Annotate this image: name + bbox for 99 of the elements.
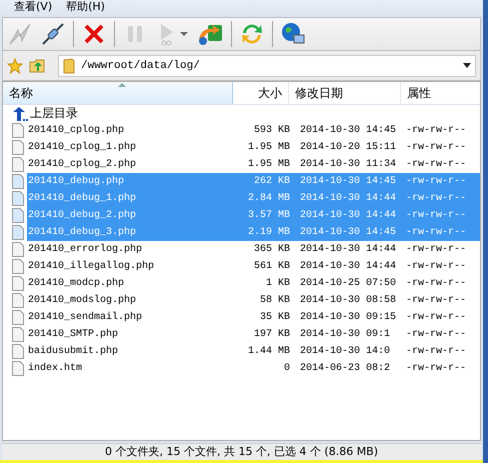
- file-icon: [12, 276, 24, 291]
- file-date: 2014-10-30 14:45: [299, 176, 398, 187]
- file-size: 1.95 MB: [246, 159, 290, 170]
- file-name: 201410_modslog.php: [28, 295, 138, 306]
- file-icon: [12, 242, 24, 257]
- file-name: 201410_debug_2.php: [28, 210, 138, 221]
- file-attributes: -rw-rw-r--: [405, 159, 466, 170]
- folder-icon: [63, 58, 75, 74]
- file-size: 58 KB: [258, 295, 290, 306]
- file-name: 201410_sendmail.php: [28, 312, 144, 323]
- file-attributes: -rw-rw-r--: [405, 125, 466, 136]
- file-date: 2014-06-23 08:2: [299, 363, 392, 374]
- file-row[interactable]: 201410_SMTP.php 197 KB 2014-10-30 09:1 -rw-rw-r--: [3, 326, 480, 343]
- file-icon: [12, 310, 24, 325]
- file-name: index.htm: [28, 363, 84, 374]
- file-icon: [12, 327, 24, 342]
- file-row[interactable]: 201410_illegallog.php 561 KB 2014-10-30 14:44 -rw-rw-r--: [3, 258, 480, 275]
- star-icon[interactable]: [7, 58, 23, 74]
- file-row[interactable]: 201410_cplog.php 593 KB 2014-10-30 14:45 -rw-rw-r--: [3, 122, 480, 139]
- file-size: 35 KB: [258, 312, 290, 323]
- file-name: 201410_debug.php: [28, 176, 126, 187]
- file-icon: [12, 293, 24, 308]
- file-name: 201410_modcp.php: [28, 278, 126, 289]
- file-name: 201410_debug_1.php: [28, 193, 138, 204]
- menu-item[interactable]: 帮助(H): [66, 0, 105, 15]
- file-row[interactable]: index.htm 0 2014-06-23 08:2 -rw-rw-r--: [3, 360, 480, 377]
- file-date: 2014-10-30 08:58: [299, 295, 398, 306]
- file-icon: [12, 140, 24, 155]
- file-size: 3.57 MB: [246, 210, 290, 221]
- file-row[interactable]: baidusubmit.php 1.44 MB 2014-10-30 14:0 -rw-rw-r--: [3, 343, 480, 360]
- file-date: 2014-10-30 14:44: [299, 193, 398, 204]
- file-name: baidusubmit.php: [28, 346, 120, 357]
- parent-directory-label: 上层目录: [30, 105, 78, 122]
- file-attributes: -rw-rw-r--: [405, 176, 466, 187]
- file-date: 2014-10-30 14:44: [299, 261, 398, 272]
- file-date: 2014-10-20 15:11: [299, 142, 398, 153]
- file-date: 2014-10-30 14:0: [299, 346, 392, 357]
- up-arrow-icon: [12, 106, 28, 120]
- file-size: 1 KB: [264, 278, 290, 289]
- file-attributes: -rw-rw-r--: [405, 346, 466, 357]
- file-row[interactable]: 201410_cplog_1.php 1.95 MB 2014-10-20 15:11 -rw-rw-r--: [3, 139, 480, 156]
- file-attributes: -rw-rw-r--: [405, 210, 466, 221]
- file-date: 2014-10-30 14:44: [299, 244, 398, 255]
- file-attributes: -rw-rw-r--: [405, 193, 466, 204]
- file-icon: [12, 225, 24, 240]
- file-date: 2014-10-30 14:45: [299, 125, 398, 136]
- file-size: 365 KB: [252, 244, 290, 255]
- file-name: 201410_cplog.php: [28, 125, 126, 136]
- file-name: 201410_debug_3.php: [28, 227, 138, 238]
- file-attributes: -rw-rw-r--: [405, 295, 466, 306]
- file-size: 561 KB: [252, 261, 290, 272]
- file-date: 2014-10-30 14:45: [299, 227, 398, 238]
- file-icon: [12, 174, 24, 189]
- file-row[interactable]: 201410_cplog_2.php 1.95 MB 2014-10-30 11:34 -rw-rw-r--: [3, 156, 480, 173]
- address-field[interactable]: /wwwroot/data/log/: [58, 54, 476, 76]
- file-name: 201410_illegallog.php: [28, 261, 156, 272]
- file-date: 2014-10-30 14:44: [299, 210, 398, 221]
- file-attributes: -rw-rw-r--: [405, 363, 466, 374]
- file-size: 593 KB: [252, 125, 290, 136]
- status-bar: 0 个文件夹, 15 个文件, 共 15 个, 已选 4 个 (8.86 MB): [2, 443, 481, 460]
- file-size: 197 KB: [252, 329, 290, 340]
- file-name: 201410_SMTP.php: [28, 329, 120, 340]
- file-icon: [12, 259, 24, 274]
- file-icon: [12, 157, 24, 172]
- file-icon: [12, 344, 24, 359]
- file-row[interactable]: 201410_modcp.php 1 KB 2014-10-25 07:50 -rw-rw-r--: [3, 275, 480, 292]
- file-size: 2.19 MB: [246, 227, 290, 238]
- file-attributes: -rw-rw-r--: [405, 312, 466, 323]
- file-size: 1.95 MB: [246, 142, 290, 153]
- file-size: 262 KB: [252, 176, 290, 187]
- file-date: 2014-10-30 09:1: [299, 329, 392, 340]
- file-name: 201410_cplog_2.php: [28, 159, 138, 170]
- file-row[interactable]: 201410_modslog.php 58 KB 2014-10-30 08:58 -rw-rw-r--: [3, 292, 480, 309]
- file-attributes: -rw-rw-r--: [405, 329, 466, 340]
- file-attributes: -rw-rw-r--: [405, 142, 466, 153]
- file-row[interactable]: 201410_errorlog.php 365 KB 2014-10-30 14:44 -rw-rw-r--: [3, 241, 480, 258]
- file-icon: [12, 208, 24, 223]
- file-icon: [12, 361, 24, 376]
- file-date: 2014-10-30 11:34: [299, 159, 398, 170]
- sort-arrow-icon: [118, 83, 126, 87]
- file-attributes: -rw-rw-r--: [405, 261, 466, 272]
- file-icon: [12, 191, 24, 206]
- file-attributes: -rw-rw-r--: [405, 278, 466, 289]
- file-name: 201410_cplog_1.php: [28, 142, 138, 153]
- file-size: 0: [282, 363, 290, 374]
- file-date: 2014-10-30 09:15: [299, 312, 398, 323]
- file-attributes: -rw-rw-r--: [405, 244, 466, 255]
- plug-icon[interactable]: [40, 21, 66, 47]
- file-size: 2.84 MB: [246, 193, 290, 204]
- menu-item[interactable]: 查看(V): [14, 0, 52, 15]
- file-name: 201410_errorlog.php: [28, 244, 144, 255]
- file-size: 1.44 MB: [246, 346, 290, 357]
- file-date: 2014-10-25 07:50: [299, 278, 398, 289]
- column-header[interactable]: 名称: [3, 82, 233, 104]
- file-attributes: -rw-rw-r--: [405, 227, 466, 238]
- folder-up-icon[interactable]: [29, 58, 46, 74]
- dropdown-arrow-icon[interactable]: [463, 63, 471, 68]
- file-row[interactable]: 201410_sendmail.php 35 KB 2014-10-30 09:15 -rw-rw-r--: [3, 309, 480, 326]
- file-icon: [12, 123, 24, 138]
